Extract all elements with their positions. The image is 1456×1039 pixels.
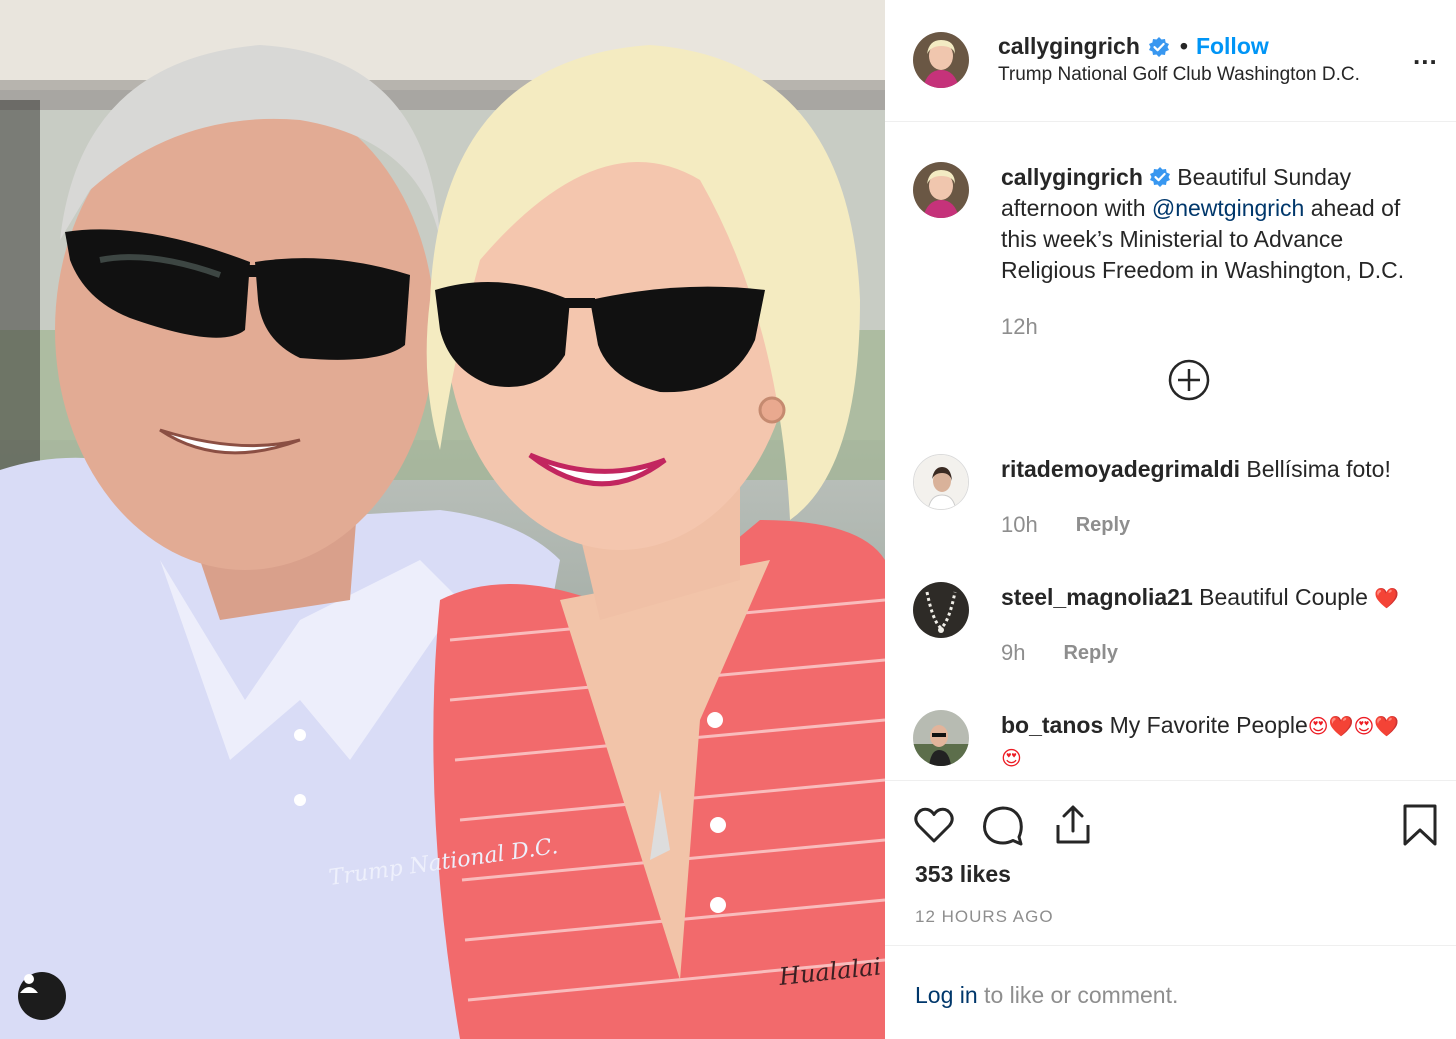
comment-body: My Favorite People	[1103, 712, 1308, 738]
load-more-comments-icon[interactable]	[1167, 358, 1211, 402]
comment-meta: 9h Reply	[1001, 640, 1118, 666]
header-separator: •	[1179, 33, 1188, 59]
commenter-avatar[interactable]	[913, 710, 969, 766]
comments-section[interactable]: callygingrich Beautiful Sunday afternoon…	[885, 122, 1456, 780]
comment-time[interactable]: 9h	[1001, 640, 1025, 666]
share-icon[interactable]	[1051, 803, 1095, 847]
commenter-avatar[interactable]	[913, 582, 969, 638]
login-link[interactable]: Log in	[915, 982, 978, 1008]
tagged-user-icon	[20, 974, 38, 993]
comment-author[interactable]: ritademoyadegrimaldi	[1001, 456, 1240, 482]
heart-emoji: ❤️	[1374, 586, 1400, 610]
comment-meta: 10h Reply	[1001, 512, 1130, 538]
post-timestamp[interactable]: 12 HOURS AGO	[915, 907, 1054, 927]
comment-author[interactable]: steel_magnolia21	[1001, 584, 1193, 610]
comment-body: Beautiful Couple	[1192, 584, 1375, 610]
author-avatar[interactable]	[913, 32, 969, 88]
comment-author[interactable]: bo_tanos	[1001, 712, 1103, 738]
login-prompt: Log in to like or comment.	[915, 982, 1178, 1009]
comment-text: bo_tanos My Favorite People😍❤️😍❤️ 😍	[1001, 710, 1441, 774]
login-prompt-text: to like or comment.	[977, 982, 1179, 1008]
verified-badge-icon	[1149, 167, 1170, 187]
follow-button[interactable]: Follow	[1196, 33, 1269, 60]
emoji-wrap: 😍	[1001, 746, 1022, 770]
comment-text: steel_magnolia21 Beautiful Couple ❤️	[1001, 582, 1441, 614]
verified-badge-icon	[1148, 36, 1169, 57]
reply-button[interactable]: Reply	[1063, 642, 1117, 665]
comment-icon[interactable]	[981, 803, 1025, 847]
author-username[interactable]: callygingrich	[998, 33, 1140, 60]
more-options-icon[interactable]: ...	[1413, 42, 1438, 68]
caption-author[interactable]: callygingrich	[1001, 164, 1143, 190]
comment-time[interactable]: 10h	[1001, 512, 1038, 538]
emoji-sequence: 😍❤️😍❤️	[1307, 714, 1400, 738]
likes-count[interactable]: 353 likes	[915, 861, 1011, 888]
like-icon[interactable]	[912, 803, 956, 847]
commenter-avatar[interactable]	[913, 454, 969, 510]
post-photo[interactable]: Trump National D.C. Hualalai	[0, 0, 885, 1039]
post-side-panel: callygingrich • Follow Trump National Go…	[885, 0, 1456, 1039]
reply-button[interactable]: Reply	[1076, 514, 1130, 537]
save-icon[interactable]	[1398, 803, 1442, 847]
caption-meta: 12h	[1001, 314, 1038, 340]
post-header: callygingrich • Follow Trump National Go…	[885, 0, 1456, 122]
tagged-user-button[interactable]	[18, 972, 66, 1020]
caption-text: callygingrich Beautiful Sunday afternoon…	[1001, 162, 1441, 286]
caption-time[interactable]: 12h	[1001, 314, 1038, 340]
caption-author-avatar[interactable]	[913, 162, 969, 218]
comment-text: ritademoyadegrimaldi Bellísima foto!	[1001, 454, 1441, 485]
caption-mention-link[interactable]: @newtgingrich	[1152, 195, 1304, 221]
selfie-illustration: Trump National D.C. Hualalai	[0, 0, 885, 1039]
comment-body: Bellísima foto!	[1240, 456, 1391, 482]
post-actions: 353 likes 12 HOURS AGO	[885, 780, 1456, 946]
post-location[interactable]: Trump National Golf Club Washington D.C.	[998, 64, 1360, 86]
